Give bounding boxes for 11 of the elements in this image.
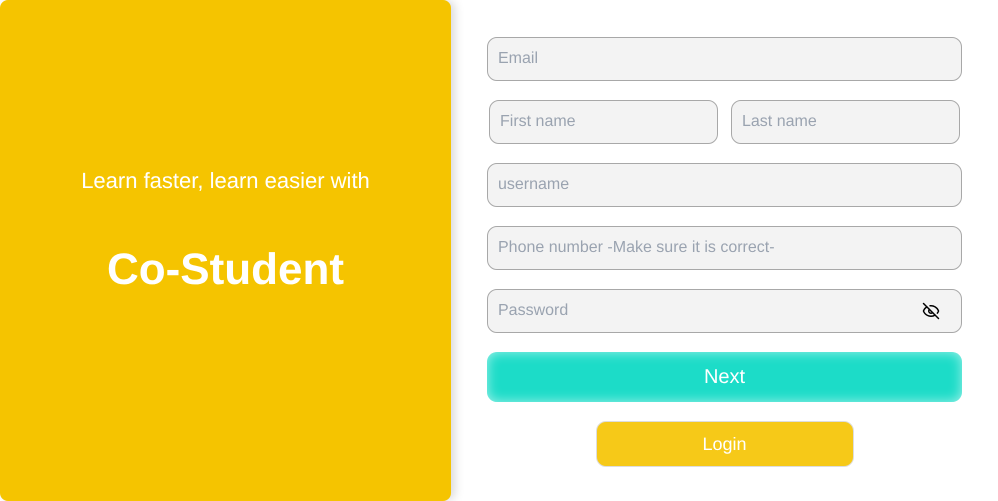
brand-title: Co-Student bbox=[106, 244, 344, 296]
text-field[interactable]: First name bbox=[489, 100, 718, 144]
text-field[interactable]: Phone number -Make sure it is correct- bbox=[487, 226, 962, 270]
password-field[interactable]: Password bbox=[487, 289, 962, 333]
login-button[interactable]: Login bbox=[596, 421, 854, 467]
eye-off-icon[interactable] bbox=[922, 302, 940, 320]
next-button[interactable]: Next bbox=[487, 352, 962, 402]
tagline: Learn faster, learn easier with bbox=[81, 167, 370, 195]
text-field[interactable]: Last name bbox=[731, 100, 960, 144]
text-field[interactable]: username bbox=[487, 163, 962, 207]
text-field[interactable]: Email bbox=[487, 37, 962, 81]
